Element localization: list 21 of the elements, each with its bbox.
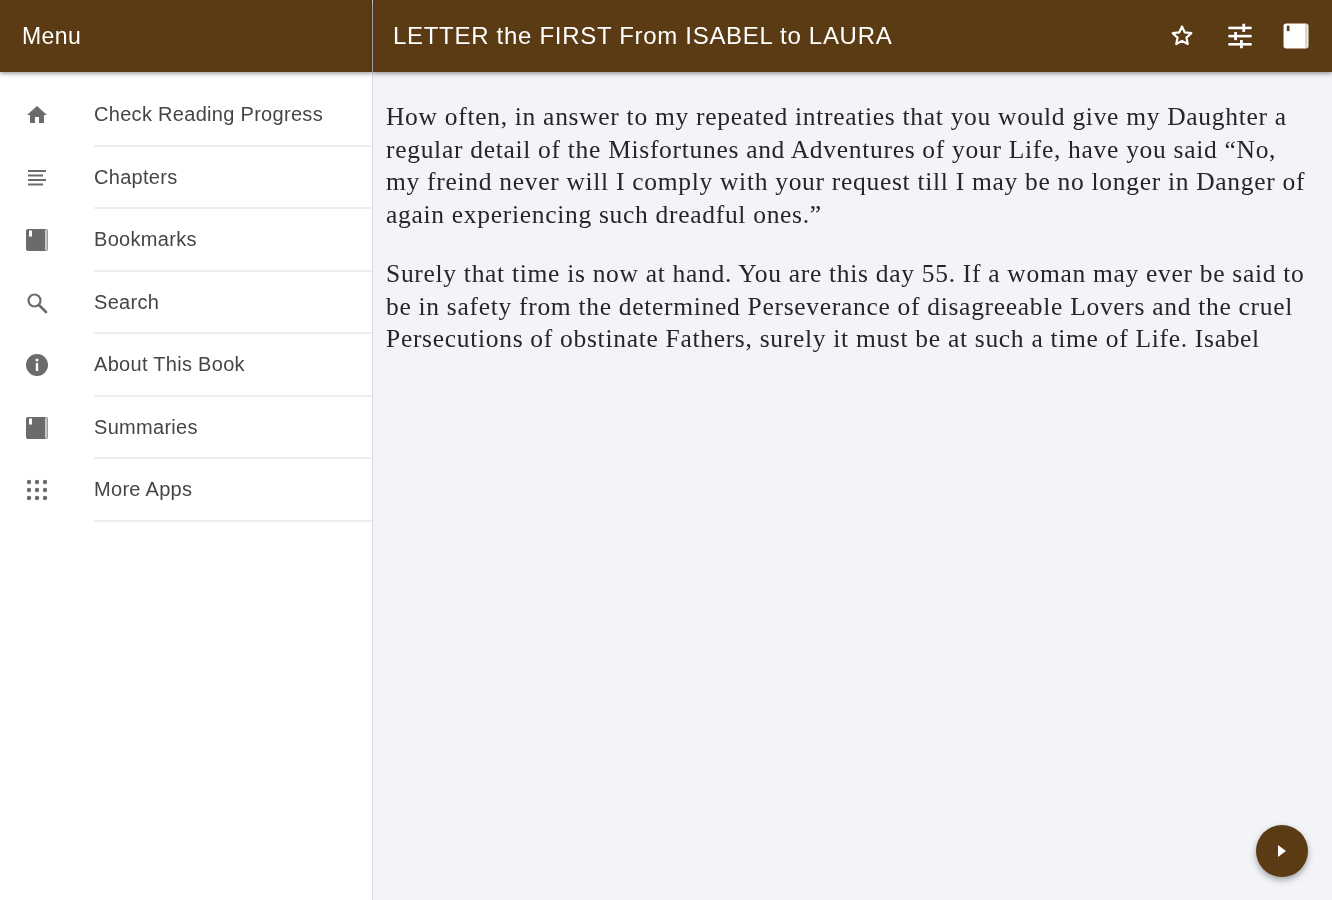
book-icon [1283,23,1309,49]
menu-item[interactable]: Summaries [0,396,372,459]
menu-item[interactable]: Bookmarks [0,209,372,272]
book-icon [25,415,49,440]
menu-item[interactable]: Check Reading Progress [0,84,372,147]
menu-item[interactable]: Search [0,271,372,334]
menu-item[interactable]: About This Book [0,334,372,397]
info-icon [25,353,49,378]
body-paragraph: Surely that time is now at hand. You are this day 55. If a woman may ever be said to be in safety from the determined Perseverance of disagreeable Lovers and the cruel Persecutions of obstinate Fathers, surely it must be at such a time of Life. Isabel [386,258,1306,355]
chapter-title: LETTER the FIRST From ISABEL to LAURA [393,21,894,51]
book-button[interactable] [1282,22,1310,50]
body-paragraph: How often, in answer to my repeated intreaties that you would give my Daughter a regular detail of the Misfortunes and Adventures of your Life, have you said “No, my freind never will I comply with your request till I may be no longer in Danger of again experiencing such dreadful ones.” [386,101,1307,231]
sliders-icon [1226,22,1254,50]
play-arrow-icon [1277,845,1287,857]
next-page-button[interactable] [1256,825,1308,877]
apps-grid-icon [25,478,49,503]
drawer-title: Menu [22,21,82,51]
search-icon [25,290,49,315]
book-icon [25,228,49,253]
menu-item[interactable]: More Apps [0,459,372,522]
menu-item[interactable]: Chapters [0,146,372,209]
